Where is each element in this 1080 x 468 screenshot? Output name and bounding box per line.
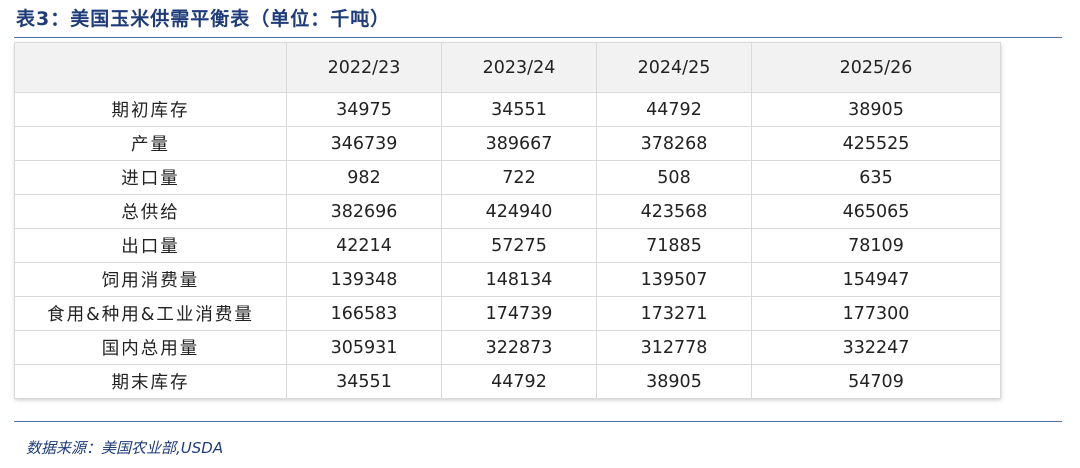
row-label: 进口量 (14, 160, 287, 195)
table-cell: 312778 (596, 330, 752, 365)
table-cell: 722 (441, 160, 597, 195)
table-cell: 635 (751, 160, 1001, 195)
table-row: 期初库存 34975 34551 44792 38905 (14, 92, 1001, 127)
header-cell-year: 2025/26 (751, 42, 1001, 93)
top-rule (14, 37, 1062, 38)
table-row: 产量 346739 389667 378268 425525 (14, 126, 1001, 161)
header-row: 2022/23 2023/24 2024/25 2025/26 (14, 42, 1001, 93)
table-cell: 305931 (286, 330, 442, 365)
table-cell: 42214 (286, 228, 442, 263)
table-cell: 139348 (286, 262, 442, 297)
table-cell: 982 (286, 160, 442, 195)
table-cell: 346739 (286, 126, 442, 161)
table-cell: 174739 (441, 296, 597, 331)
table-row: 出口量 42214 57275 71885 78109 (14, 228, 1001, 263)
table-row: 进口量 982 722 508 635 (14, 160, 1001, 195)
table-title: 表3：美国玉米供需平衡表（单位：千吨） (16, 8, 391, 30)
table-cell: 154947 (751, 262, 1001, 297)
table-row: 饲用消费量 139348 148134 139507 154947 (14, 262, 1001, 297)
header-cell-year: 2024/25 (596, 42, 752, 93)
row-label: 期初库存 (14, 92, 287, 127)
supply-demand-table: 2022/23 2023/24 2024/25 2025/26 期初库存 349… (14, 42, 1001, 399)
table-cell: 423568 (596, 194, 752, 229)
table-cell: 34551 (441, 92, 597, 127)
row-label: 食用&种用&工业消费量 (14, 296, 287, 331)
table-row: 期末库存 34551 44792 38905 54709 (14, 364, 1001, 399)
table-row: 总供给 382696 424940 423568 465065 (14, 194, 1001, 229)
row-label: 总供给 (14, 194, 287, 229)
table-cell: 38905 (596, 364, 752, 399)
table-cell: 389667 (441, 126, 597, 161)
table-cell: 38905 (751, 92, 1001, 127)
table-cell: 508 (596, 160, 752, 195)
table-cell: 34975 (286, 92, 442, 127)
table-cell: 44792 (596, 92, 752, 127)
table-row: 食用&种用&工业消费量 166583 174739 173271 177300 (14, 296, 1001, 331)
table-row: 国内总用量 305931 322873 312778 332247 (14, 330, 1001, 365)
table-cell: 78109 (751, 228, 1001, 263)
header-cell-year: 2023/24 (441, 42, 597, 93)
row-label: 出口量 (14, 228, 287, 263)
table-cell: 425525 (751, 126, 1001, 161)
table-cell: 173271 (596, 296, 752, 331)
table-cell: 139507 (596, 262, 752, 297)
header-cell-blank (14, 42, 287, 93)
row-label: 饲用消费量 (14, 262, 287, 297)
table-cell: 148134 (441, 262, 597, 297)
table-cell: 166583 (286, 296, 442, 331)
table-cell: 57275 (441, 228, 597, 263)
table-cell: 465065 (751, 194, 1001, 229)
table-cell: 332247 (751, 330, 1001, 365)
row-label: 国内总用量 (14, 330, 287, 365)
table-cell: 322873 (441, 330, 597, 365)
table-cell: 424940 (441, 194, 597, 229)
table-cell: 44792 (441, 364, 597, 399)
table-cell: 54709 (751, 364, 1001, 399)
table-cell: 71885 (596, 228, 752, 263)
header-cell-year: 2022/23 (286, 42, 442, 93)
row-label: 产量 (14, 126, 287, 161)
table-cell: 177300 (751, 296, 1001, 331)
bottom-rule (14, 421, 1062, 422)
table-container: 2022/23 2023/24 2024/25 2025/26 期初库存 349… (14, 42, 1001, 399)
table-cell: 34551 (286, 364, 442, 399)
source-note: 数据来源：美国农业部,USDA (26, 439, 224, 457)
row-label: 期末库存 (14, 364, 287, 399)
table-cell: 382696 (286, 194, 442, 229)
table-cell: 378268 (596, 126, 752, 161)
